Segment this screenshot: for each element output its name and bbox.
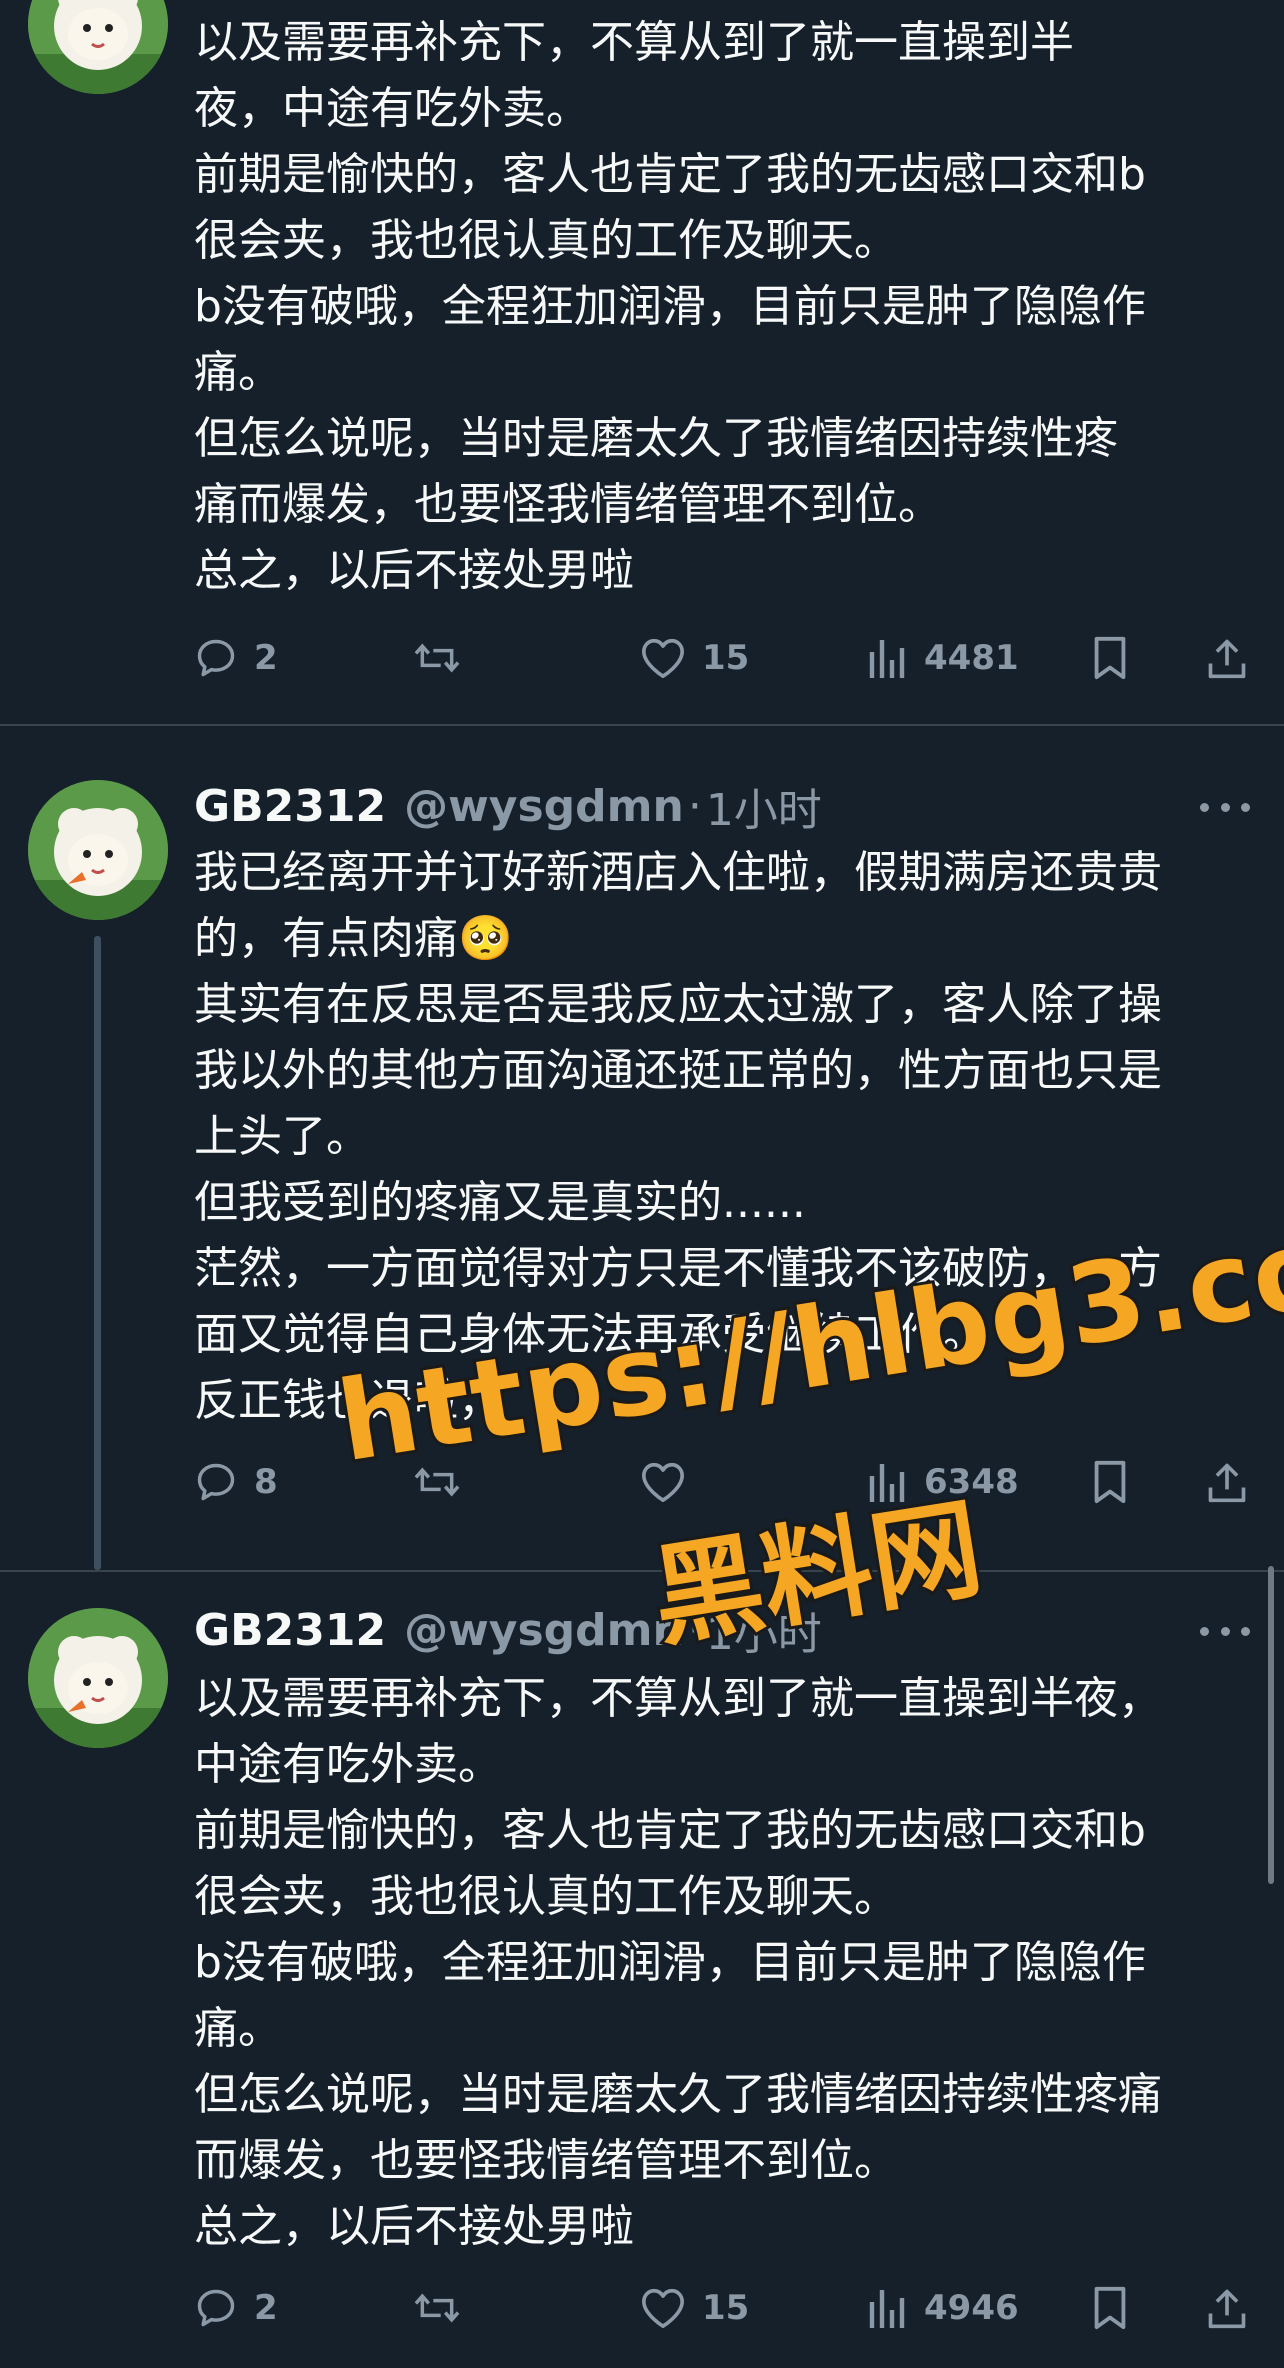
reply-icon <box>194 1460 238 1504</box>
like-button[interactable] <box>640 1452 702 1512</box>
bookmark-icon <box>1090 635 1130 681</box>
tweet-header: GB2312 @wysgdmn · 1小时 <box>194 1598 822 1662</box>
like-count: 15 <box>702 2288 750 2328</box>
like-icon <box>640 1460 686 1504</box>
reply-button[interactable]: 2 <box>194 2278 278 2338</box>
more-button[interactable] <box>1200 1624 1250 1638</box>
share-icon <box>1206 2286 1248 2330</box>
view-count: 6348 <box>924 1462 1019 1502</box>
bookmark-button[interactable] <box>1090 1452 1130 1512</box>
bookmark-icon <box>1090 2285 1130 2331</box>
tweet-text: 以及需要再补充下，不算从到了就一直操到半 夜，中途有吃外卖。 前期是愉快的，客人… <box>194 17 1146 596</box>
retweet-button[interactable] <box>412 1452 478 1512</box>
tweet-3[interactable]: GB2312 @wysgdmn · 1小时 以及需要再补充下，不算从到了就一直操… <box>0 1572 1284 2368</box>
retweet-button[interactable] <box>412 2278 478 2338</box>
view-count: 4946 <box>924 2288 1019 2328</box>
share-button[interactable] <box>1206 1452 1248 1512</box>
thread-line <box>94 936 101 1570</box>
avatar[interactable] <box>28 780 168 920</box>
views-button[interactable]: 4481 <box>868 628 1019 688</box>
views-button[interactable]: 6348 <box>868 1452 1019 1512</box>
avatar[interactable] <box>28 1608 168 1748</box>
reply-button[interactable]: 2 <box>194 628 278 688</box>
retweet-icon <box>412 2286 462 2330</box>
views-button[interactable]: 4946 <box>868 2278 1019 2338</box>
reply-button[interactable]: 8 <box>194 1452 278 1512</box>
reply-count: 8 <box>254 1462 278 1502</box>
reply-count: 2 <box>254 2288 278 2328</box>
views-icon <box>868 636 908 680</box>
retweet-button[interactable] <box>412 628 478 688</box>
action-bar: 2 15 4946 <box>194 2278 1264 2338</box>
user-handle[interactable]: @wysgdmn <box>404 781 684 832</box>
reply-icon <box>194 2286 238 2330</box>
action-bar: 8 6348 <box>194 1452 1264 1512</box>
avatar[interactable] <box>28 0 168 94</box>
user-handle[interactable]: @wysgdmn <box>404 1605 684 1656</box>
share-icon <box>1206 636 1248 680</box>
share-button[interactable] <box>1206 2278 1248 2338</box>
separator-dot: · <box>687 1604 702 1656</box>
tweet-text: 我已经离开并订好新酒店入住啦，假期满房还贵贵 的，有点肉痛🥺 其实有在反思是否是… <box>194 847 1162 1426</box>
separator-dot: · <box>687 780 702 832</box>
like-count: 15 <box>702 638 750 678</box>
view-count: 4481 <box>924 638 1019 678</box>
tweet-header: GB2312 @wysgdmn · 1小时 <box>194 774 822 838</box>
tweet-2[interactable]: GB2312 @wysgdmn · 1小时 我已经离开并订好新酒店入住啦，假期满… <box>0 726 1284 1570</box>
bookmark-icon <box>1090 1459 1130 1505</box>
reply-icon <box>194 636 238 680</box>
more-icon <box>1200 1626 1209 1636</box>
views-icon <box>868 1460 908 1504</box>
display-name[interactable]: GB2312 <box>194 1605 386 1656</box>
views-icon <box>868 2286 908 2330</box>
share-button[interactable] <box>1206 628 1248 688</box>
like-button[interactable]: 15 <box>640 628 749 688</box>
action-bar: 2 15 4481 <box>194 628 1264 688</box>
retweet-icon <box>412 1460 462 1504</box>
tweet-text: 以及需要再补充下，不算从到了就一直操到半夜， 中途有吃外卖。 前期是愉快的，客人… <box>194 1673 1162 2252</box>
bookmark-button[interactable] <box>1090 2278 1130 2338</box>
bookmark-button[interactable] <box>1090 628 1130 688</box>
like-icon <box>640 2286 686 2330</box>
tweet-1[interactable]: 以及需要再补充下，不算从到了就一直操到半 夜，中途有吃外卖。 前期是愉快的，客人… <box>0 0 1284 724</box>
share-icon <box>1206 1460 1248 1504</box>
like-button[interactable]: 15 <box>640 2278 749 2338</box>
more-icon <box>1200 802 1209 812</box>
like-icon <box>640 636 686 680</box>
timestamp[interactable]: 1小时 <box>706 774 822 838</box>
retweet-icon <box>412 636 462 680</box>
timestamp[interactable]: 1小时 <box>706 1598 822 1662</box>
display-name[interactable]: GB2312 <box>194 781 386 832</box>
more-button[interactable] <box>1200 800 1250 814</box>
reply-count: 2 <box>254 638 278 678</box>
scrollbar[interactable] <box>1268 1566 1274 1884</box>
